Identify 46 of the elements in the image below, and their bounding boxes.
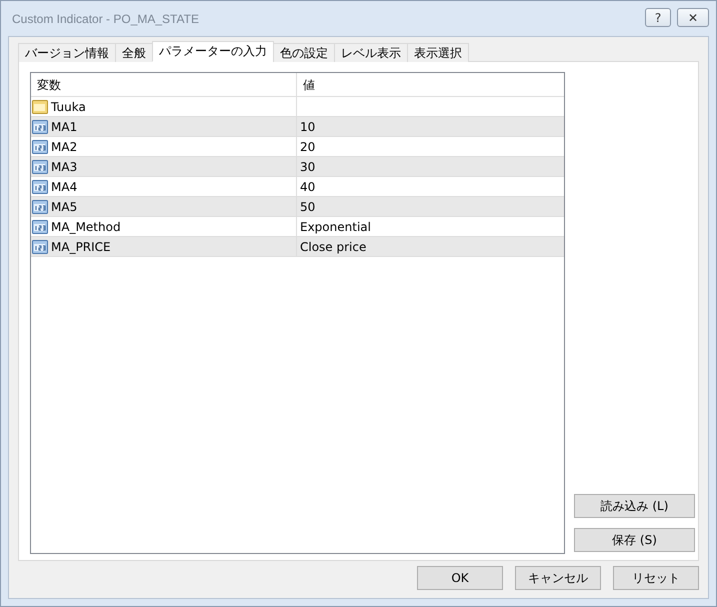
table-row[interactable]: MA2 20 <box>31 137 564 157</box>
dialog-button[interactable]: OK <box>417 566 503 590</box>
parameter-value: Exponential <box>300 220 371 234</box>
tab[interactable]: レベル表示 <box>334 43 408 62</box>
load-button[interactable]: 読み込み (L) <box>574 494 695 518</box>
number-type-icon <box>32 118 48 134</box>
table-row[interactable]: MA3 30 <box>31 157 564 177</box>
tab[interactable]: 色の設定 <box>273 43 335 62</box>
parameter-name: Tuuka <box>51 100 86 114</box>
parameter-name: MA_Method <box>51 220 121 234</box>
tab[interactable]: パラメーターの入力 <box>152 41 274 62</box>
save-button[interactable]: 保存 (S) <box>574 528 695 552</box>
parameter-name: MA3 <box>51 160 78 174</box>
dialog-button[interactable]: キャンセル <box>515 566 601 590</box>
tab[interactable]: バージョン情報 <box>18 43 116 62</box>
table-row[interactable]: MA5 50 <box>31 197 564 217</box>
dialog-button[interactable]: リセット <box>613 566 699 590</box>
tab[interactable]: 表示選択 <box>407 43 469 62</box>
number-type-icon <box>32 198 48 214</box>
number-type-icon <box>32 138 48 154</box>
table-row[interactable]: MA_Method Exponential <box>31 217 564 237</box>
parameter-name: MA_PRICE <box>51 240 111 254</box>
parameter-value: 10 <box>300 120 316 134</box>
number-type-icon <box>32 178 48 194</box>
parameter-name: MA2 <box>51 140 78 154</box>
tab[interactable]: 全般 <box>115 43 153 62</box>
parameter-name: MA4 <box>51 180 78 194</box>
help-button[interactable]: ? <box>645 8 671 27</box>
table-row[interactable]: MA1 10 <box>31 117 564 137</box>
text-type-icon <box>32 98 48 114</box>
parameter-value: Close price <box>300 240 366 254</box>
close-button[interactable]: ✕ <box>677 8 709 27</box>
number-type-icon <box>32 218 48 234</box>
parameter-name: MA5 <box>51 200 78 214</box>
parameter-value: 50 <box>300 200 316 214</box>
table-row[interactable]: Tuuka <box>31 97 564 117</box>
parameter-value: 40 <box>300 180 316 194</box>
number-type-icon <box>32 158 48 174</box>
parameter-name: MA1 <box>51 120 78 134</box>
table-row[interactable]: MA4 40 <box>31 177 564 197</box>
parameter-value: 20 <box>300 140 316 154</box>
table-row[interactable]: MA_PRICE Close price <box>31 237 564 257</box>
column-header: 値 <box>302 76 316 94</box>
parameter-value: 30 <box>300 160 316 174</box>
window-title: Custom Indicator - PO_MA_STATE <box>11 12 199 26</box>
number-type-icon <box>32 238 48 254</box>
